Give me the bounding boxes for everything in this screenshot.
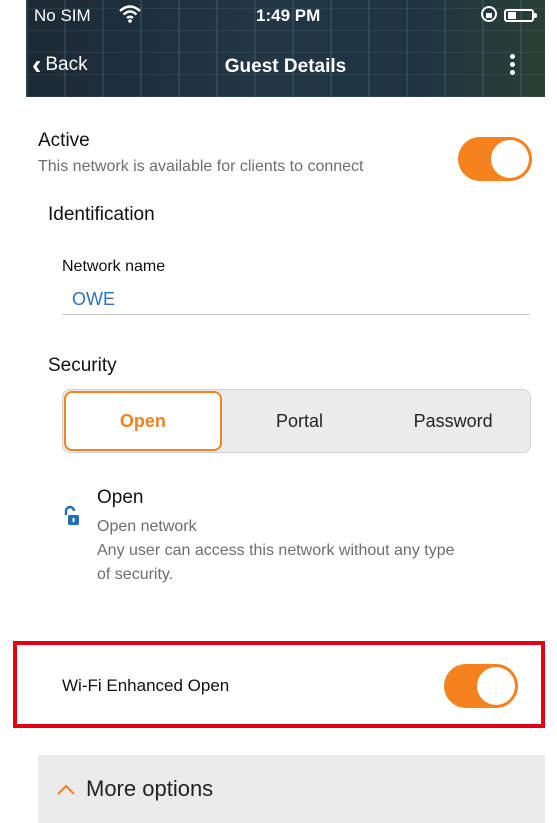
security-detail-body-line2: of security. (97, 566, 174, 583)
network-name-input[interactable] (62, 285, 530, 315)
toggle-knob (477, 667, 515, 705)
unlocked-padlock-icon (62, 505, 80, 532)
wifi-enhanced-open-toggle[interactable] (444, 664, 518, 708)
rotation-lock-icon (481, 5, 497, 28)
security-option-open[interactable]: Open (64, 391, 222, 451)
security-detail-title: Open (97, 487, 144, 508)
clock-text: 1:49 PM (256, 6, 321, 25)
security-segmented-control: Open Portal Password (62, 389, 531, 453)
more-dot (510, 70, 515, 75)
more-dot (510, 54, 515, 59)
battery-icon (504, 9, 537, 22)
wifi-icon (119, 4, 141, 29)
security-detail: Open Open network Any user can access th… (62, 487, 532, 587)
status-bar: No SIM 1:49 PM (26, 4, 545, 28)
navigation-bar: ‹ Back Guest Details (26, 48, 545, 88)
network-name-label: Network name (62, 258, 166, 275)
more-options-label: More options (86, 776, 214, 801)
security-detail-body-line1: Any user can access this network without… (97, 542, 455, 559)
identification-heading: Identification (48, 204, 155, 225)
active-title: Active (38, 130, 90, 151)
chevron-up-icon (56, 778, 76, 800)
more-menu-icon[interactable] (510, 54, 515, 75)
wifi-enhanced-open-label: Wi-Fi Enhanced Open (62, 676, 230, 695)
security-option-password[interactable]: Password (376, 390, 530, 452)
top-bar: No SIM 1:49 PM ‹ Back Guest Details (26, 0, 545, 97)
more-options-button[interactable]: More options (38, 755, 545, 823)
carrier-text: No SIM (34, 6, 91, 25)
security-detail-subtitle: Open network (97, 518, 197, 535)
page-title: Guest Details (224, 56, 347, 77)
security-option-portal[interactable]: Portal (223, 390, 377, 452)
active-toggle[interactable] (458, 137, 532, 181)
toggle-knob (491, 140, 529, 178)
security-detail-text: Open Open network Any user can access th… (97, 487, 532, 587)
more-dot (510, 62, 515, 67)
security-heading: Security (48, 355, 117, 376)
